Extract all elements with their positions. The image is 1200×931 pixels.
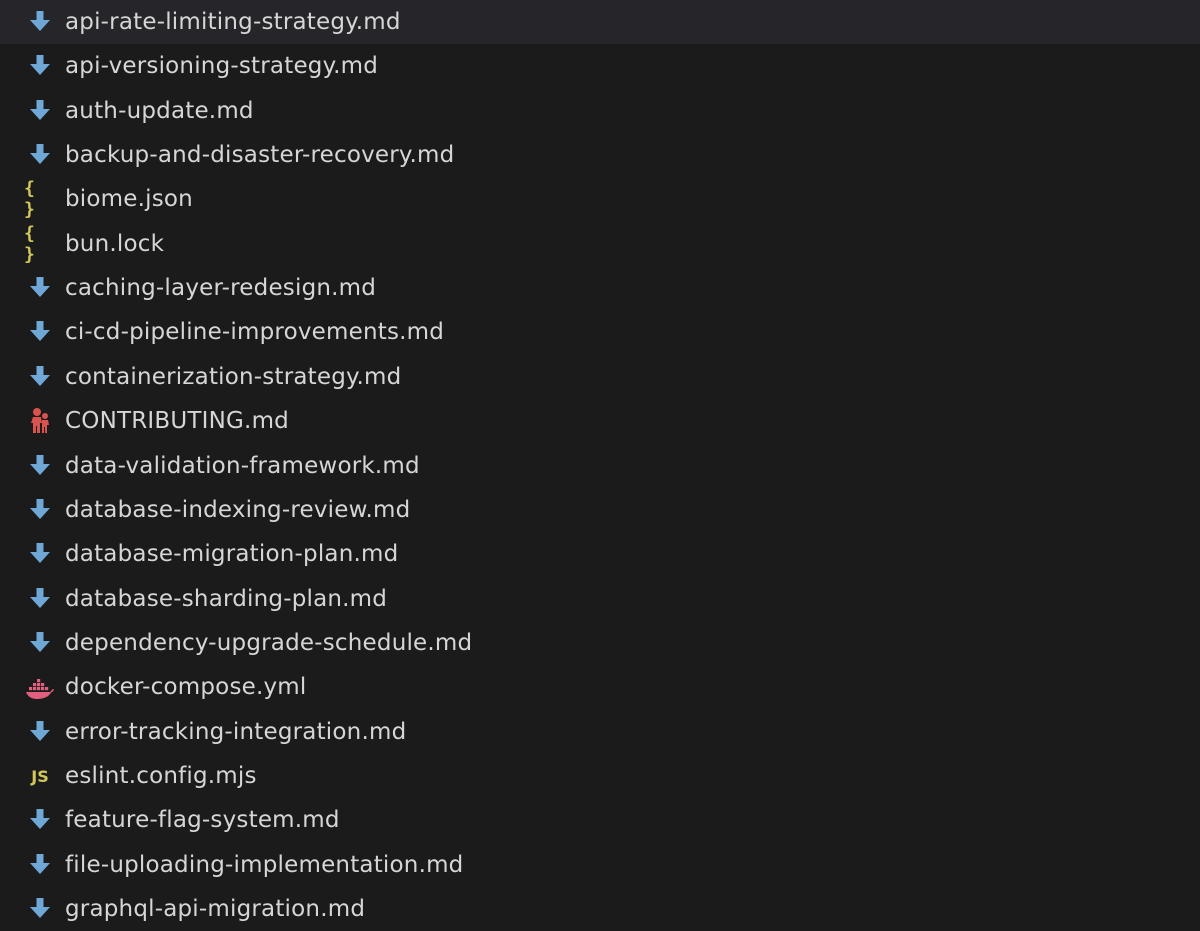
file-row[interactable]: { } bun.lock — [0, 222, 1200, 266]
file-name: biome.json — [65, 186, 193, 212]
file-name: containerization-strategy.md — [65, 364, 402, 390]
markdown-arrow-icon — [24, 6, 56, 38]
markdown-arrow-icon — [24, 272, 56, 304]
markdown-arrow-icon — [24, 95, 56, 127]
file-row[interactable]: CONTRIBUTING.md — [0, 399, 1200, 443]
docker-whale-icon — [24, 671, 56, 703]
file-name: feature-flag-system.md — [65, 807, 340, 833]
file-name: auth-update.md — [65, 98, 254, 124]
json-braces-glyph: { } — [24, 178, 36, 220]
markdown-arrow-icon — [24, 361, 56, 393]
file-name: file-uploading-implementation.md — [65, 852, 464, 878]
file-row[interactable]: JS eslint.config.mjs — [0, 754, 1200, 798]
file-name: database-sharding-plan.md — [65, 586, 388, 612]
markdown-arrow-icon — [24, 849, 56, 881]
file-row[interactable]: { } biome.json — [0, 177, 1200, 221]
file-row[interactable]: backup-and-disaster-recovery.md — [0, 133, 1200, 177]
file-row[interactable]: caching-layer-redesign.md — [0, 266, 1200, 310]
json-braces-glyph: { } — [24, 223, 36, 265]
file-name: database-migration-plan.md — [65, 541, 399, 567]
file-name: ci-cd-pipeline-improvements.md — [65, 319, 445, 345]
file-explorer: api-rate-limiting-strategy.md api-version… — [0, 0, 1200, 929]
file-name: dependency-upgrade-schedule.md — [65, 630, 473, 656]
file-row[interactable]: containerization-strategy.md — [0, 355, 1200, 399]
file-name: api-versioning-strategy.md — [65, 53, 379, 79]
file-row[interactable]: auth-update.md — [0, 89, 1200, 133]
javascript-icon: JS — [24, 760, 56, 792]
markdown-arrow-icon — [24, 583, 56, 615]
markdown-arrow-icon — [24, 627, 56, 659]
file-row[interactable]: feature-flag-system.md — [0, 798, 1200, 842]
json-braces-icon: { } — [24, 223, 56, 265]
file-row[interactable]: database-migration-plan.md — [0, 532, 1200, 576]
file-name: data-validation-framework.md — [65, 453, 420, 479]
file-row[interactable]: error-tracking-integration.md — [0, 710, 1200, 754]
markdown-arrow-icon — [24, 139, 56, 171]
file-name: eslint.config.mjs — [65, 763, 257, 789]
file-row[interactable]: database-sharding-plan.md — [0, 577, 1200, 621]
file-row[interactable]: graphql-api-migration.md — [0, 887, 1200, 931]
json-braces-icon: { } — [24, 178, 56, 220]
file-name: bun.lock — [65, 231, 165, 257]
contributing-people-icon — [24, 405, 56, 437]
markdown-arrow-icon — [24, 450, 56, 482]
file-row[interactable]: api-versioning-strategy.md — [0, 44, 1200, 88]
markdown-arrow-icon — [24, 804, 56, 836]
markdown-arrow-icon — [24, 316, 56, 348]
file-row[interactable]: data-validation-framework.md — [0, 444, 1200, 488]
file-row[interactable]: api-rate-limiting-strategy.md — [0, 0, 1200, 44]
file-name: api-rate-limiting-strategy.md — [65, 9, 401, 35]
file-name: backup-and-disaster-recovery.md — [65, 142, 455, 168]
file-row[interactable]: ci-cd-pipeline-improvements.md — [0, 310, 1200, 354]
file-row[interactable]: dependency-upgrade-schedule.md — [0, 621, 1200, 665]
markdown-arrow-icon — [24, 716, 56, 748]
markdown-arrow-icon — [24, 538, 56, 570]
file-name: docker-compose.yml — [65, 674, 307, 700]
file-name: graphql-api-migration.md — [65, 896, 366, 922]
file-name: caching-layer-redesign.md — [65, 275, 377, 301]
file-row[interactable]: file-uploading-implementation.md — [0, 843, 1200, 887]
file-name: database-indexing-review.md — [65, 497, 411, 523]
file-name: error-tracking-integration.md — [65, 719, 407, 745]
file-row[interactable]: database-indexing-review.md — [0, 488, 1200, 532]
markdown-arrow-icon — [24, 893, 56, 925]
markdown-arrow-icon — [24, 494, 56, 526]
js-glyph: JS — [31, 766, 49, 786]
file-name: CONTRIBUTING.md — [65, 408, 289, 434]
file-row[interactable]: docker-compose.yml — [0, 665, 1200, 709]
markdown-arrow-icon — [24, 50, 56, 82]
